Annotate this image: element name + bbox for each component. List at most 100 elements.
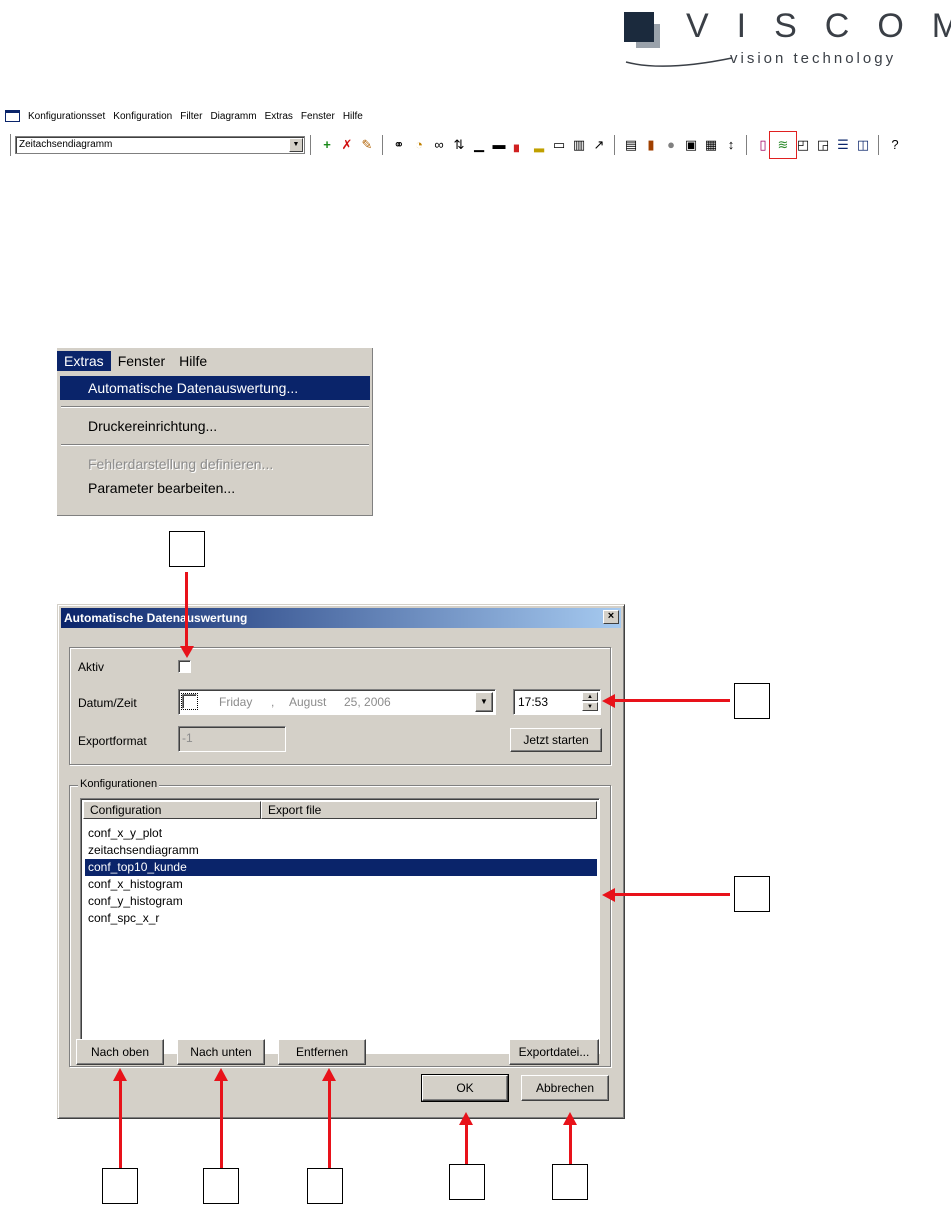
window4-icon[interactable]: ◫ xyxy=(854,136,872,154)
arrow-shaft xyxy=(614,699,730,702)
menu-extras[interactable]: Extras xyxy=(57,351,111,371)
dialog-titlebar[interactable]: Automatische Datenauswertung × xyxy=(61,608,621,628)
auto-eval-icon[interactable]: ≋ xyxy=(769,131,797,159)
delete-icon[interactable]: ✗ xyxy=(338,136,356,154)
menu-separator xyxy=(61,444,369,446)
config-list[interactable]: Configuration Export file conf_x_y_plot … xyxy=(80,798,600,1054)
menu-hilfe[interactable]: Hilfe xyxy=(339,111,367,122)
menu-hilfe[interactable]: Hilfe xyxy=(172,351,214,371)
diagram-select[interactable]: Zeitachsendiagramm ▼ xyxy=(15,136,305,154)
arrow-shaft xyxy=(185,572,188,648)
window1-icon[interactable]: ◰ xyxy=(794,136,812,154)
date-month[interactable]: August xyxy=(289,695,326,709)
date-picker[interactable]: Friday , August 25, 2006 ▼ xyxy=(178,689,496,715)
arrow-head-icon xyxy=(113,1068,127,1081)
menu-item-printer-setup[interactable]: Druckereinrichtung... xyxy=(60,414,370,438)
glasses-icon[interactable]: ∞ xyxy=(430,136,448,154)
list-item[interactable]: conf_x_histogram xyxy=(85,876,597,893)
menu-separator xyxy=(61,406,369,408)
column-configuration[interactable]: Configuration xyxy=(83,801,261,819)
save-icon[interactable]: ▣ xyxy=(682,136,700,154)
callout-box xyxy=(734,683,770,719)
page-icon[interactable]: ▯ xyxy=(754,136,772,154)
time-spin-down-icon[interactable]: ▼ xyxy=(582,702,598,711)
menu-diagramm[interactable]: Diagramm xyxy=(206,111,260,122)
konfigurationen-group: Konfigurationen Configuration Export fil… xyxy=(69,778,611,1067)
datum-label: Datum/Zeit xyxy=(78,696,137,710)
exportformat-field: -1 xyxy=(178,726,286,752)
list-item[interactable]: conf_spc_x_r xyxy=(85,910,597,927)
sort-icon[interactable]: ⇅ xyxy=(450,136,468,154)
arrow-shaft xyxy=(465,1124,468,1164)
list-item[interactable]: conf_x_y_plot xyxy=(85,825,597,842)
toolbar-separator xyxy=(878,135,880,155)
menu-fenster[interactable]: Fenster xyxy=(111,351,172,371)
window3-icon[interactable]: ☰ xyxy=(834,136,852,154)
nach-unten-button[interactable]: Nach unten xyxy=(177,1039,265,1065)
chevron-down-icon[interactable]: ▼ xyxy=(475,692,493,712)
arrow-head-icon xyxy=(214,1068,228,1081)
time-spin-up-icon[interactable]: ▲ xyxy=(582,692,598,701)
bar-chart-icon[interactable]: ▮ xyxy=(642,136,660,154)
chart3-icon[interactable]: ▖ xyxy=(510,136,528,154)
updown-icon[interactable]: ↕ xyxy=(722,136,740,154)
aktiv-checkbox[interactable] xyxy=(178,660,191,673)
binoculars-icon[interactable]: ⚭ xyxy=(390,136,408,154)
logo-square xyxy=(624,12,654,42)
add-icon[interactable]: + xyxy=(318,136,336,154)
menu-konfigurationsset[interactable]: Konfigurationsset xyxy=(24,111,109,122)
menu-item-edit-parameters[interactable]: Parameter bearbeiten... xyxy=(60,476,370,500)
toolbar-separator xyxy=(746,135,748,155)
ok-button[interactable]: OK xyxy=(421,1074,509,1102)
date-weekday[interactable]: Friday xyxy=(219,695,252,709)
properties-icon[interactable]: ▤ xyxy=(622,136,640,154)
auto-eval-dialog: Automatische Datenauswertung × Aktiv Dat… xyxy=(57,604,625,1119)
chevron-down-icon[interactable]: ▼ xyxy=(289,138,303,152)
date-enable-checkbox[interactable] xyxy=(181,693,198,710)
stop-icon[interactable]: ● xyxy=(662,136,680,154)
app-window-icon[interactable] xyxy=(5,110,20,122)
help-icon[interactable]: ? xyxy=(886,136,904,154)
list-item[interactable]: conf_y_histogram xyxy=(85,893,597,910)
logo-tagline: vision technology xyxy=(730,50,897,67)
chart2-icon[interactable]: ▬ xyxy=(490,136,508,154)
menu-konfiguration[interactable]: Konfiguration xyxy=(109,111,176,122)
chart5-icon[interactable]: ▭ xyxy=(550,136,568,154)
date-separator: , xyxy=(271,695,275,709)
edit-icon[interactable]: ✎ xyxy=(358,136,376,154)
callout-box xyxy=(102,1168,138,1204)
chart4-icon[interactable]: ▂ xyxy=(530,136,548,154)
window2-icon[interactable]: ◲ xyxy=(814,136,832,154)
hammer-icon[interactable]: ↗ xyxy=(590,136,608,154)
menu-fenster[interactable]: Fenster xyxy=(297,111,339,122)
list-item-selected[interactable]: conf_top10_kunde xyxy=(85,859,597,876)
exportdatei-button[interactable]: Exportdatei... xyxy=(509,1039,599,1065)
menu-extras[interactable]: Extras xyxy=(261,111,297,122)
jetzt-starten-button[interactable]: Jetzt starten xyxy=(510,728,602,752)
arrow-head-icon xyxy=(180,646,194,658)
settings-group: Aktiv Datum/Zeit Friday , August 25, 200… xyxy=(69,647,611,765)
arrow-head-icon xyxy=(563,1112,577,1125)
toolbar-separator xyxy=(614,135,616,155)
menu-filter[interactable]: Filter xyxy=(176,111,206,122)
arrow-shaft xyxy=(220,1080,223,1168)
column-export-file[interactable]: Export file xyxy=(261,801,597,819)
nach-oben-button[interactable]: Nach oben xyxy=(76,1039,164,1065)
time-value[interactable]: 17:53 xyxy=(518,695,548,709)
clock-icon[interactable]: ◔ xyxy=(410,136,428,154)
konfigurationen-label: Konfigurationen xyxy=(78,778,160,790)
entfernen-button[interactable]: Entfernen xyxy=(278,1039,366,1065)
menu-item-auto-eval[interactable]: Automatische Datenauswertung... xyxy=(60,376,370,400)
date-day-year[interactable]: 25, 2006 xyxy=(344,695,391,709)
list-item[interactable]: zeitachsendiagramm xyxy=(85,842,597,859)
chart1-icon[interactable]: ▁ xyxy=(470,136,488,154)
aktiv-label: Aktiv xyxy=(78,660,105,674)
toolbar-grip[interactable] xyxy=(8,134,11,156)
time-field[interactable]: 17:53 ▲ ▼ xyxy=(513,689,601,715)
close-icon[interactable]: × xyxy=(603,610,619,624)
abbrechen-button[interactable]: Abbrechen xyxy=(521,1075,609,1101)
toolbar-separator xyxy=(382,135,384,155)
config-list-header: Configuration Export file xyxy=(83,801,597,819)
chart6-icon[interactable]: ▥ xyxy=(570,136,588,154)
print-icon[interactable]: ▦ xyxy=(702,136,720,154)
